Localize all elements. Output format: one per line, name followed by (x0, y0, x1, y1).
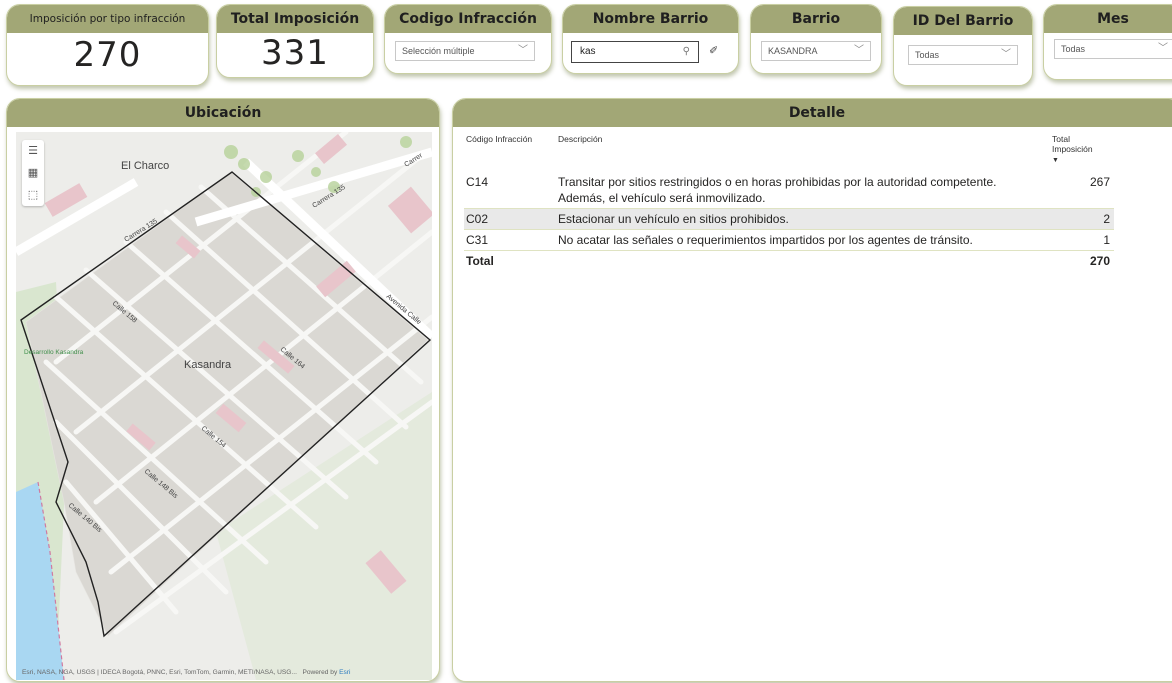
cell-total: 1 (1050, 229, 1114, 251)
qr-icon[interactable]: ▦ (22, 162, 44, 184)
kpi-value: 331 (261, 33, 329, 73)
sort-desc-icon: ▼ (1052, 157, 1059, 164)
table-row[interactable]: C14 Transitar por sitios restringidos o … (464, 172, 1114, 209)
select-box-icon[interactable]: ⬚ (22, 184, 44, 206)
filter-title: ID Del Barrio (894, 7, 1032, 35)
kpi-title: Total Imposición (217, 5, 373, 33)
col-total-label: Total Imposición (1052, 134, 1093, 154)
kpi-value: 270 (73, 35, 142, 75)
dropdown-value: Todas (915, 50, 940, 60)
col-total[interactable]: Total Imposición ▼ (1050, 132, 1114, 172)
table-row[interactable]: C31 No acatar las señales o requerimient… (464, 229, 1114, 251)
chevron-down-icon: ﹀ (1001, 49, 1011, 60)
filter-title: Codigo Infracción (385, 5, 551, 33)
barrio-dropdown[interactable]: KASANDRA ﹀ (761, 41, 871, 61)
cell-total: 2 (1050, 208, 1114, 230)
kpi-title: Imposición por tipo infracción (7, 5, 208, 33)
col-descripcion[interactable]: Descripción (556, 132, 1050, 172)
cell-codigo: C02 (464, 208, 556, 230)
filter-title: Mes (1044, 5, 1172, 33)
search-icon: ⚲ (682, 46, 690, 57)
col-codigo[interactable]: Código Infracción (464, 132, 556, 172)
chevron-down-icon: ﹀ (518, 45, 528, 56)
total-spacer (556, 251, 1050, 272)
id-barrio-dropdown[interactable]: Todas ﹀ (908, 45, 1018, 65)
barrio-search-input[interactable]: kas ⚲ (571, 41, 699, 63)
esri-link[interactable]: Esri (339, 669, 350, 676)
map-label-kasandra: Kasandra (184, 359, 232, 371)
eraser-icon[interactable]: ✐ (709, 44, 718, 57)
cell-descripcion: Estacionar un vehículo en sitios prohibi… (556, 208, 1050, 230)
map-label-el-charco: El Charco (121, 160, 169, 172)
table-total-row: Total 270 (464, 251, 1114, 272)
cell-descripcion: No acatar las señales o requerimientos i… (556, 229, 1050, 251)
dropdown-value: Selección múltiple (402, 46, 475, 56)
search-value: kas (580, 46, 596, 57)
detalle-title: Detalle (453, 99, 1172, 127)
dropdown-value: KASANDRA (768, 46, 818, 56)
cell-codigo: C31 (464, 229, 556, 251)
map-label-desarrollo: Desarrollo Kasandra (24, 349, 84, 356)
map-view[interactable]: El Charco Kasandra Desarrollo Kasandra C… (16, 132, 432, 680)
filter-title: Nombre Barrio (563, 5, 738, 33)
kpi-card-total-imposicion: Total Imposición 331 (216, 4, 374, 78)
chevron-down-icon: ﹀ (1158, 43, 1168, 54)
powered-by-text: Powered by (302, 669, 340, 676)
chevron-down-icon: ﹀ (854, 45, 864, 56)
dropdown-value: Todas (1061, 44, 1086, 54)
total-value: 270 (1089, 254, 1110, 268)
cell-total: 267 (1050, 172, 1114, 209)
table-row[interactable]: C02 Estacionar un vehículo en sitios pro… (464, 208, 1114, 230)
detalle-table: Código Infracción Descripción Total Impo… (464, 132, 1114, 271)
codigo-dropdown[interactable]: Selección múltiple ﹀ (395, 41, 535, 61)
map-toolbar: ☰ ▦ ⬚ (22, 140, 44, 206)
cell-codigo: C14 (464, 172, 556, 209)
total-label: Total (466, 254, 494, 268)
filter-barrio: Barrio KASANDRA ﹀ (750, 4, 882, 74)
filter-codigo-infraccion: Codigo Infracción Selección múltiple ﹀ (384, 4, 552, 74)
kpi-card-imposicion-tipo: Imposición por tipo infracción 270 (6, 4, 209, 86)
cell-descripcion: Transitar por sitios restringidos o en h… (556, 172, 1050, 209)
map-title: Ubicación (7, 99, 439, 127)
filter-mes: Mes Todas ﹀ (1043, 4, 1172, 80)
mes-dropdown[interactable]: Todas ﹀ (1054, 39, 1172, 59)
attribution-text: Esri, NASA, NGA, USGS | IDECA Bogotá, PN… (22, 669, 297, 676)
map-attribution: Esri, NASA, NGA, USGS | IDECA Bogotá, PN… (22, 669, 350, 676)
filter-nombre-barrio: Nombre Barrio kas ⚲ ✐ (562, 4, 739, 74)
basemap: El Charco Kasandra Desarrollo Kasandra C… (16, 132, 432, 680)
filter-title: Barrio (751, 5, 881, 33)
filter-id-barrio: ID Del Barrio Todas ﹀ (893, 6, 1033, 86)
hamburger-icon[interactable]: ☰ (22, 140, 44, 162)
